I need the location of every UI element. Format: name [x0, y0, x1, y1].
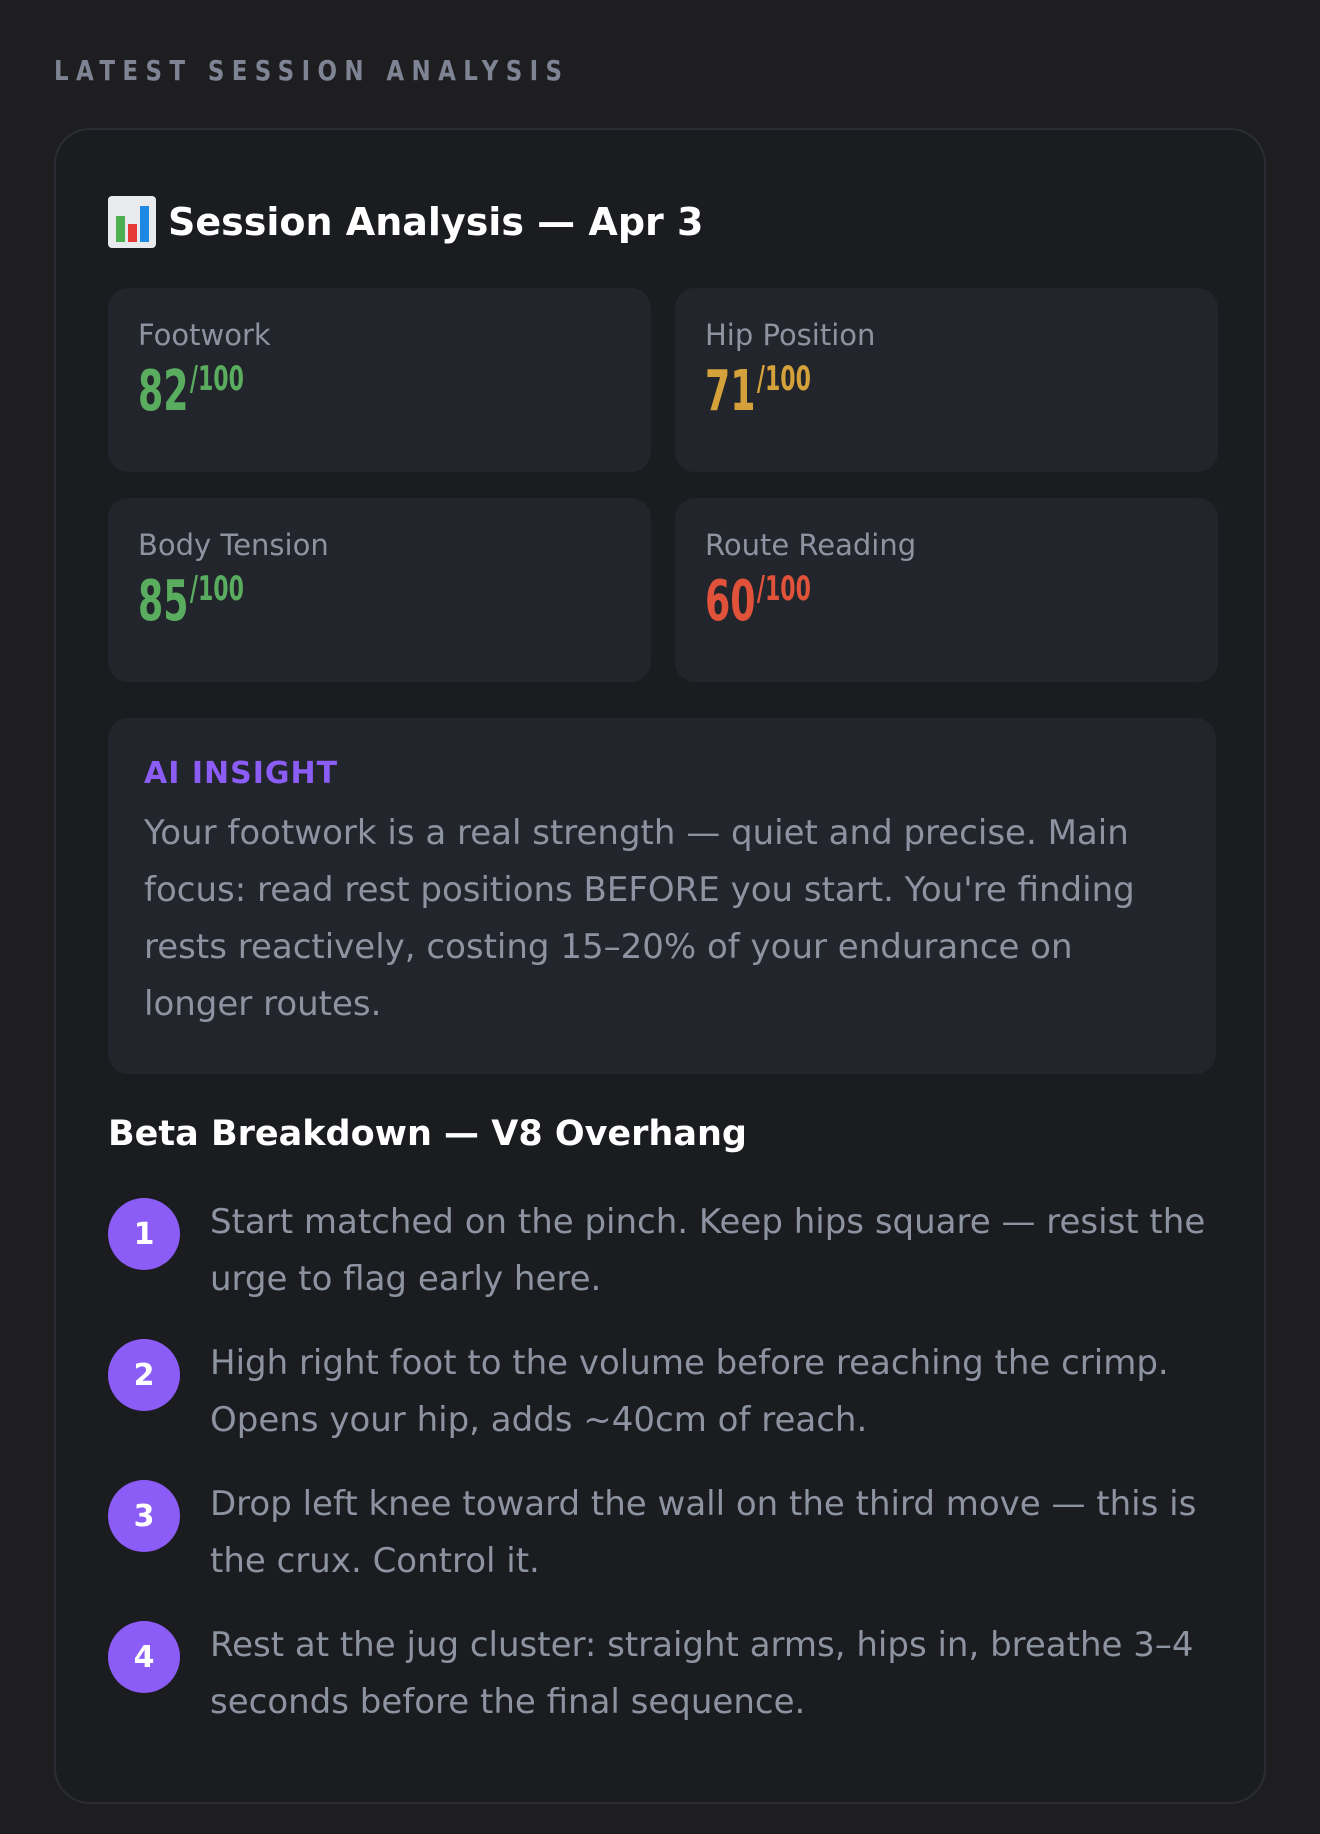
step-number-badge: 4	[108, 1621, 180, 1693]
step-text: High right foot to the volume before rea…	[210, 1343, 1169, 1440]
card-title-text: Session Analysis — Apr 3	[168, 200, 704, 244]
step-text: Rest at the jug cluster: straight arms, …	[210, 1625, 1194, 1722]
metrics-grid: Footwork 82 /100 Hip Position 71 /100 Bo…	[108, 288, 1218, 682]
section-label: LATEST SESSION ANALYSIS	[54, 54, 570, 87]
bar-chart-icon	[108, 196, 156, 248]
metric-score: 71 /100	[705, 362, 1053, 422]
step-text: Drop left knee toward the wall on the th…	[210, 1484, 1197, 1581]
beta-step: 4 Rest at the jug cluster: straight arms…	[108, 1617, 1228, 1758]
session-analysis-card: Session Analysis — Apr 3 Footwork 82 /10…	[54, 128, 1266, 1804]
metric-label: Body Tension	[138, 528, 329, 562]
metric-card-route-reading: Route Reading 60 /100	[675, 498, 1218, 682]
ai-insight-title: AI INSIGHT	[144, 756, 339, 791]
ai-insight-text: Your footwork is a real strength — quiet…	[144, 813, 1135, 1024]
metric-label: Hip Position	[705, 318, 876, 352]
metric-score-value: 82	[138, 359, 189, 424]
step-text: Start matched on the pinch. Keep hips sq…	[210, 1202, 1206, 1299]
beta-steps-list: 1 Start matched on the pinch. Keep hips …	[108, 1194, 1228, 1758]
beta-breakdown-title: Beta Breakdown — V8 Overhang	[108, 1114, 747, 1154]
beta-step: 2 High right foot to the volume before r…	[108, 1335, 1228, 1476]
card-title: Session Analysis — Apr 3	[108, 196, 703, 248]
metric-score-max: /100	[756, 569, 811, 609]
metric-score-value: 71	[705, 359, 756, 424]
metric-label: Footwork	[138, 318, 271, 352]
metric-card-footwork: Footwork 82 /100	[108, 288, 651, 472]
metric-score: 82 /100	[138, 362, 486, 422]
metric-score-value: 85	[138, 569, 189, 634]
metric-score-max: /100	[756, 359, 811, 399]
metric-card-hip-position: Hip Position 71 /100	[675, 288, 1218, 472]
metric-score: 60 /100	[705, 572, 1053, 632]
step-number-badge: 1	[108, 1198, 180, 1270]
metric-card-body-tension: Body Tension 85 /100	[108, 498, 651, 682]
metric-score: 85 /100	[138, 572, 486, 632]
step-number-badge: 2	[108, 1339, 180, 1411]
ai-insight-panel: AI INSIGHT Your footwork is a real stren…	[108, 718, 1216, 1074]
metric-score-value: 60	[705, 569, 756, 634]
metric-label: Route Reading	[705, 528, 917, 562]
step-number-badge: 3	[108, 1480, 180, 1552]
metric-score-max: /100	[189, 569, 244, 609]
beta-step: 3 Drop left knee toward the wall on the …	[108, 1476, 1228, 1617]
metric-score-max: /100	[189, 359, 244, 399]
beta-step: 1 Start matched on the pinch. Keep hips …	[108, 1194, 1228, 1335]
